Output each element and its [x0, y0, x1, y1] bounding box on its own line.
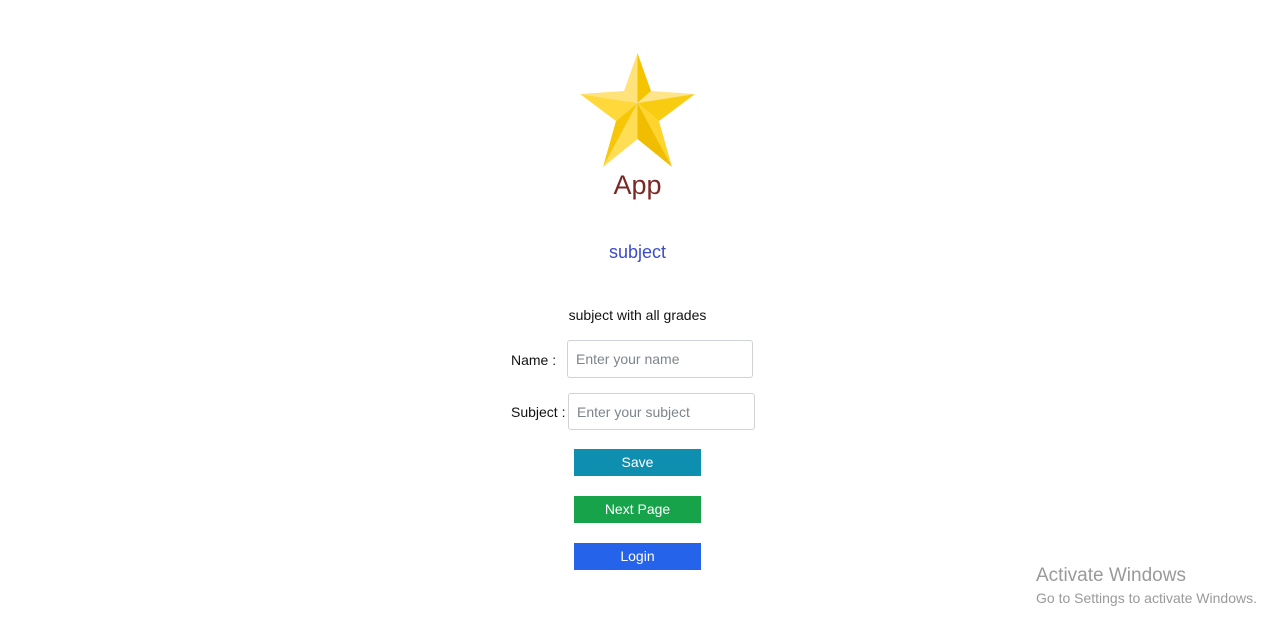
- next-page-button[interactable]: Next Page: [574, 496, 701, 523]
- save-button[interactable]: Save: [574, 449, 701, 476]
- form-description: subject with all grades: [568, 307, 707, 323]
- subject-input[interactable]: [568, 393, 755, 430]
- activate-windows-title: Activate Windows: [1036, 565, 1186, 586]
- subject-label: Subject :: [511, 404, 566, 420]
- page: App subject subject with all grades Name…: [0, 0, 1271, 640]
- star-icon: [580, 53, 695, 167]
- app-title: App: [613, 170, 662, 200]
- name-label: Name :: [511, 352, 557, 368]
- login-button[interactable]: Login: [574, 543, 701, 570]
- activate-windows-subtitle: Go to Settings to activate Windows.: [1036, 590, 1257, 606]
- subject-heading: subject: [608, 242, 667, 262]
- name-input[interactable]: [567, 340, 753, 378]
